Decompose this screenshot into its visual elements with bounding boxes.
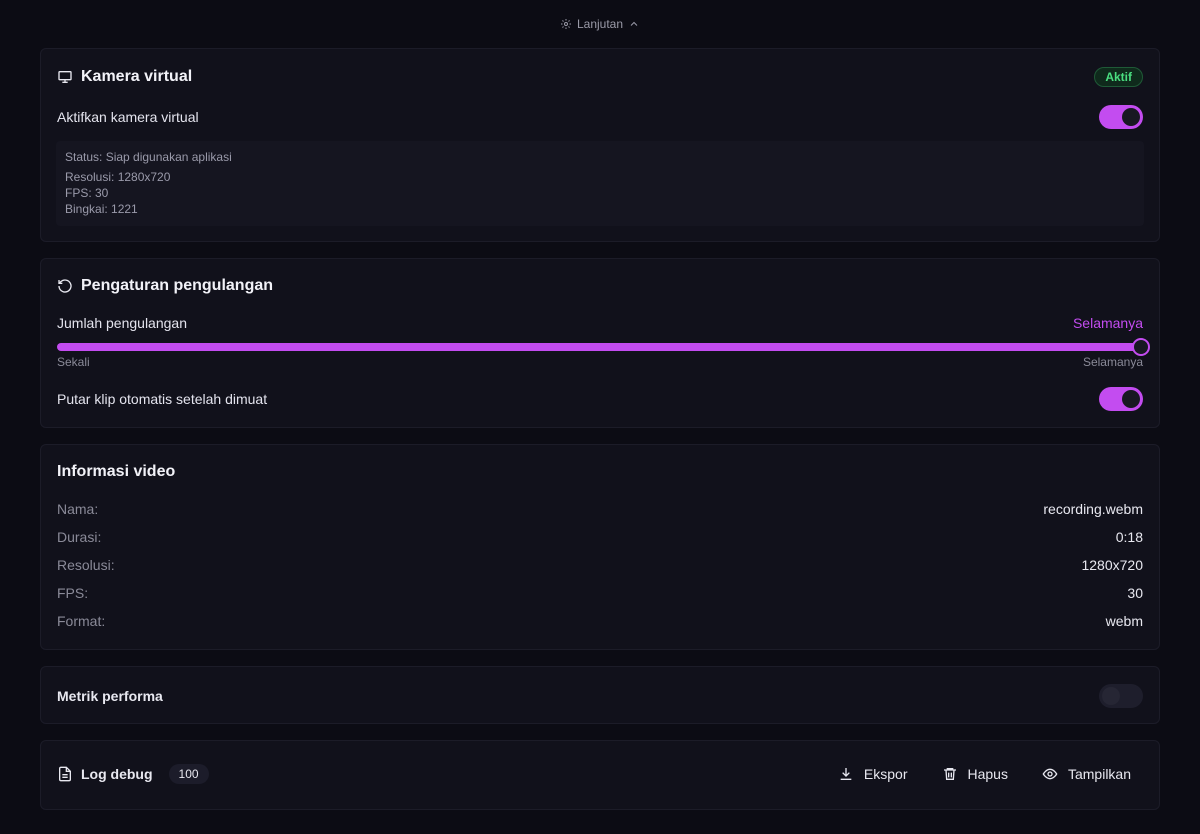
show-button[interactable]: Tampilkan [1042, 766, 1131, 782]
info-row-resolution: Resolusi: 1280x720 [57, 557, 1143, 573]
video-info-card: Informasi video Nama: recording.webm Dur… [40, 444, 1160, 650]
autoplay-label: Putar klip otomatis setelah dimuat [57, 391, 268, 407]
debug-log-card: Log debug 100 Ekspor Hapus Tampilkan [40, 740, 1160, 810]
slider-min-label: Sekali [57, 355, 90, 369]
status-badge: Aktif [1094, 67, 1143, 87]
export-button[interactable]: Ekspor [838, 766, 908, 782]
chevron-up-icon [628, 18, 640, 30]
info-row-format: Format: webm [57, 613, 1143, 629]
loop-slider-handle[interactable] [1132, 338, 1150, 356]
performance-toggle[interactable] [1099, 684, 1143, 708]
file-text-icon [57, 766, 73, 782]
virtual-camera-status-box: Status: Siap digunakan aplikasi Resolusi… [56, 141, 1144, 226]
info-row-duration: Durasi: 0:18 [57, 529, 1143, 545]
fps-text: FPS: 30 [65, 186, 109, 200]
performance-card: Metrik performa [40, 666, 1160, 724]
video-info-title: Informasi video [57, 463, 176, 480]
advanced-label: Lanjutan [576, 17, 624, 31]
info-row-fps: FPS: 30 [57, 585, 1143, 601]
loop-count-value: Selamanya [1072, 315, 1143, 331]
status-text: Status: Siap digunakan aplikasi [65, 150, 232, 164]
monitor-icon [57, 69, 73, 85]
info-row-name: Nama: recording.webm [57, 501, 1143, 517]
virtual-camera-title: Kamera virtual [81, 68, 193, 85]
gear-icon [560, 18, 572, 30]
rotate-icon [57, 278, 73, 294]
eye-icon [1042, 766, 1058, 782]
clear-button[interactable]: Hapus [942, 766, 1008, 782]
loop-settings-title: Pengaturan pengulangan [81, 277, 274, 294]
frames-text: Bingkai: 1221 [65, 202, 138, 216]
performance-title: Metrik performa [57, 688, 163, 704]
autoplay-toggle[interactable] [1099, 387, 1143, 411]
loop-settings-card: Pengaturan pengulangan Jumlah pengulanga… [40, 258, 1160, 428]
virtual-camera-toggle-label: Aktifkan kamera virtual [57, 109, 199, 125]
debug-log-title: Log debug [81, 766, 153, 782]
log-count-badge: 100 [168, 764, 209, 784]
slider-max-label: Selamanya [1082, 355, 1143, 369]
loop-slider[interactable] [57, 338, 1150, 356]
trash-icon [942, 766, 958, 782]
virtual-camera-toggle[interactable] [1099, 105, 1143, 129]
resolution-text: Resolusi: 1280x720 [65, 170, 171, 184]
download-icon [838, 766, 854, 782]
loop-count-label: Jumlah pengulangan [57, 315, 187, 331]
advanced-toggle[interactable]: Lanjutan [0, 14, 1200, 34]
